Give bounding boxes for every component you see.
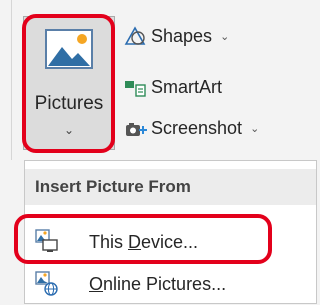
screenshot-button[interactable]: Screenshot ⌄ xyxy=(123,114,259,142)
smartart-button[interactable]: SmartArt xyxy=(123,73,222,101)
this-device-label: This Device... xyxy=(89,231,199,252)
shapes-button[interactable]: Shapes ⌄ xyxy=(123,22,229,50)
chevron-down-icon: ⌄ xyxy=(63,123,75,137)
screenshot-icon xyxy=(126,123,147,136)
pictures-label: Pictures xyxy=(34,93,104,114)
menu-header: Insert Picture From xyxy=(25,169,316,205)
this-device-icon xyxy=(35,229,58,252)
screenshot-label: Screenshot xyxy=(151,117,243,138)
insert-picture-menu: Insert Picture From This Device... Onlin… xyxy=(24,160,317,304)
online-pictures-icon xyxy=(35,271,58,296)
ribbon-divider xyxy=(11,0,12,160)
picture-icon xyxy=(45,29,93,69)
online-pictures-label: Online Pictures... xyxy=(89,273,227,294)
menu-item-this-device[interactable]: This Device... xyxy=(25,221,316,263)
chevron-down-icon: ⌄ xyxy=(220,30,230,43)
smartart-icon xyxy=(125,81,146,97)
smartart-label: SmartArt xyxy=(151,76,223,97)
shapes-label: Shapes xyxy=(151,25,213,46)
shapes-icon xyxy=(124,26,146,45)
menu-item-online-pictures[interactable]: Online Pictures... xyxy=(25,263,316,305)
pictures-button[interactable]: Pictures ⌄ xyxy=(23,16,115,150)
chevron-down-icon: ⌄ xyxy=(250,122,260,135)
